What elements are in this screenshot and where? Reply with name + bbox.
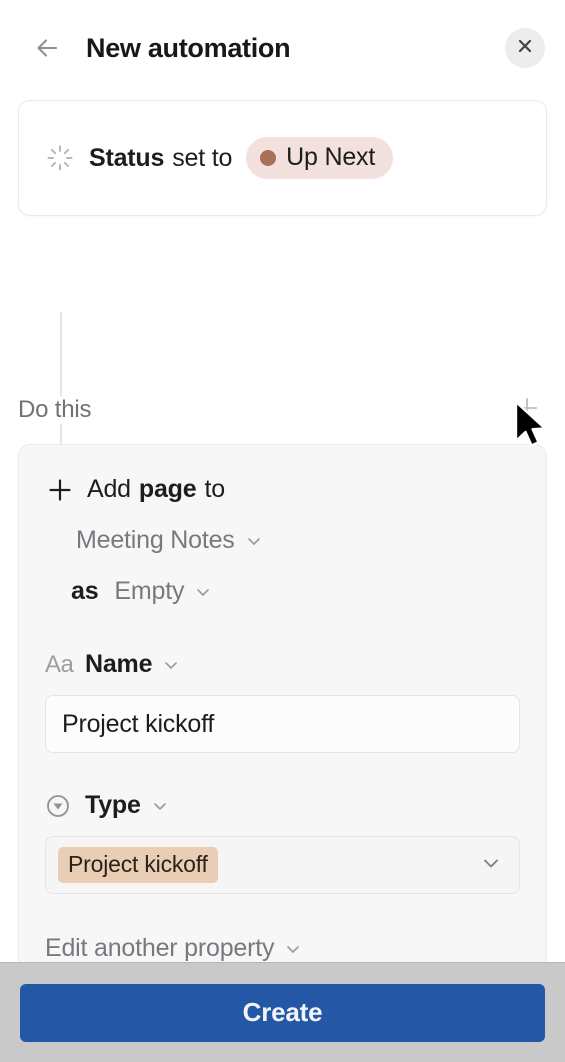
destination-selector[interactable]: Meeting Notes <box>45 526 520 555</box>
trigger-property-label: Status <box>89 143 165 172</box>
name-input[interactable]: Project kickoff <box>45 695 520 753</box>
action-verb-object: page <box>138 475 197 503</box>
automation-body: Status set to Up Next Do this Add page t… <box>0 96 565 962</box>
property-header-name[interactable]: Aa Name <box>45 650 520 679</box>
destination-label: Meeting Notes <box>76 526 235 554</box>
chevron-down-icon <box>283 939 303 959</box>
name-input-value: Project kickoff <box>62 709 215 738</box>
as-label: as <box>71 577 99 605</box>
do-this-label: Do this <box>18 396 100 424</box>
edit-another-property-button[interactable]: Edit another property <box>45 934 520 962</box>
text-aa-icon: Aa <box>45 650 74 678</box>
action-verb-suffix: to <box>204 475 225 503</box>
plus-icon <box>45 477 75 503</box>
property-header-type[interactable]: Type <box>45 791 520 820</box>
chevron-down-icon <box>479 851 503 880</box>
property-block-type: Type Project kickoff <box>45 791 520 894</box>
add-action-button[interactable] <box>509 392 545 428</box>
spinner-status-icon <box>45 143 75 173</box>
property-block-name: Aa Name Project kickoff <box>45 650 520 753</box>
edit-another-property-label: Edit another property <box>45 934 275 962</box>
panel-header: New automation <box>0 0 565 96</box>
action-headline[interactable]: Add page to <box>45 475 520 504</box>
trigger-description: Status set to Up Next <box>89 137 394 179</box>
arrow-left-icon <box>32 33 62 63</box>
trigger-verb: set to <box>172 143 233 172</box>
page-title: New automation <box>86 32 291 63</box>
close-button[interactable] <box>505 28 545 68</box>
select-circle-icon <box>45 793 79 819</box>
action-verb-prefix: Add <box>87 475 131 503</box>
chevron-down-icon <box>244 531 264 551</box>
status-badge-label: Up Next <box>286 143 376 171</box>
action-card: Add page to Meeting Notes as Empty Aa Na… <box>18 444 547 962</box>
type-select-tag: Project kickoff <box>58 847 218 883</box>
chevron-down-icon <box>161 655 181 675</box>
new-automation-panel: New automation Status set to Up Next Do … <box>0 0 565 1062</box>
template-label: Empty <box>114 577 185 605</box>
property-label-name: Name <box>85 650 153 678</box>
back-button[interactable] <box>26 27 68 69</box>
trigger-card[interactable]: Status set to Up Next <box>18 100 547 216</box>
chevron-down-icon <box>193 582 213 602</box>
template-selector[interactable]: as Empty <box>45 577 520 606</box>
create-button[interactable]: Create <box>20 983 545 1042</box>
status-badge[interactable]: Up Next <box>246 137 394 179</box>
property-label-type: Type <box>85 791 141 819</box>
close-icon <box>515 36 535 61</box>
plus-icon <box>514 395 540 426</box>
type-select[interactable]: Project kickoff <box>45 836 520 894</box>
panel-footer: Create <box>0 962 565 1062</box>
do-this-row: Do this <box>18 388 547 432</box>
status-dot-icon <box>260 149 277 166</box>
chevron-down-icon <box>150 796 170 816</box>
